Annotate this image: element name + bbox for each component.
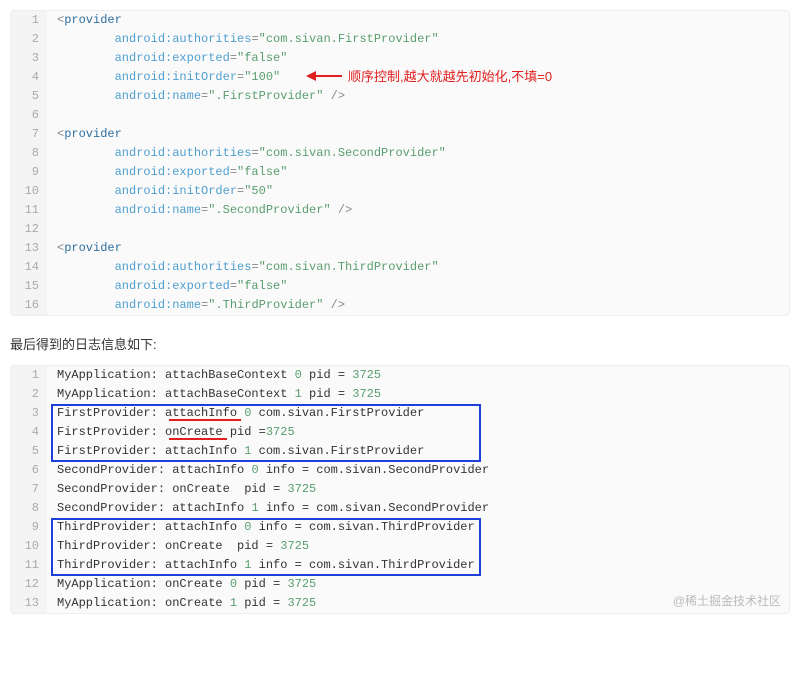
code-content xyxy=(47,220,789,239)
code-content: android:name=".ThirdProvider" /> xyxy=(47,296,789,315)
line-number: 5 xyxy=(11,87,47,106)
code-content: SecondProvider: attachInfo 0 info = com.… xyxy=(47,461,789,480)
line-number: 10 xyxy=(11,537,47,556)
code-line: 16 android:name=".ThirdProvider" /> xyxy=(11,296,789,315)
code-content: <provider xyxy=(47,11,789,30)
code-line: 10ThirdProvider: onCreate pid = 3725 xyxy=(11,537,789,556)
code-line: 1MyApplication: attachBaseContext 0 pid … xyxy=(11,366,789,385)
code-content: android:name=".SecondProvider" /> xyxy=(47,201,789,220)
code-line: 6SecondProvider: attachInfo 0 info = com… xyxy=(11,461,789,480)
code-content: android:authorities="com.sivan.ThirdProv… xyxy=(47,258,789,277)
code-line: 9ThirdProvider: attachInfo 0 info = com.… xyxy=(11,518,789,537)
code-content: android:exported="false" xyxy=(47,163,789,182)
line-number: 2 xyxy=(11,385,47,404)
code-line: 6 xyxy=(11,106,789,125)
code-line: 7<provider xyxy=(11,125,789,144)
line-number: 12 xyxy=(11,575,47,594)
line-number: 11 xyxy=(11,556,47,575)
line-number: 12 xyxy=(11,220,47,239)
code-content: android:initOrder="50" xyxy=(47,182,789,201)
code-content: FirstProvider: onCreate pid =3725 xyxy=(47,423,789,442)
line-number: 11 xyxy=(11,201,47,220)
line-number: 6 xyxy=(11,461,47,480)
code-content: SecondProvider: attachInfo 1 info = com.… xyxy=(47,499,789,518)
line-number: 6 xyxy=(11,106,47,125)
code-line: 14 android:authorities="com.sivan.ThirdP… xyxy=(11,258,789,277)
code-line: 8 android:authorities="com.sivan.SecondP… xyxy=(11,144,789,163)
line-number: 3 xyxy=(11,49,47,68)
line-number: 15 xyxy=(11,277,47,296)
code-line: 15 android:exported="false" xyxy=(11,277,789,296)
code-line: 3 android:exported="false" xyxy=(11,49,789,68)
code-line: 11 android:name=".SecondProvider" /> xyxy=(11,201,789,220)
line-number: 8 xyxy=(11,499,47,518)
code-content xyxy=(47,106,789,125)
watermark: @稀土掘金技术社区 xyxy=(673,592,781,609)
line-number: 10 xyxy=(11,182,47,201)
line-number: 14 xyxy=(11,258,47,277)
line-number: 1 xyxy=(11,366,47,385)
code-line: 5FirstProvider: attachInfo 1 com.sivan.F… xyxy=(11,442,789,461)
code-content: MyApplication: attachBaseContext 0 pid =… xyxy=(47,366,789,385)
code-content: ThirdProvider: attachInfo 1 info = com.s… xyxy=(47,556,789,575)
line-number: 7 xyxy=(11,480,47,499)
code-content: ThirdProvider: attachInfo 0 info = com.s… xyxy=(47,518,789,537)
code-line: 11ThirdProvider: attachInfo 1 info = com… xyxy=(11,556,789,575)
line-number: 7 xyxy=(11,125,47,144)
code-content: android:exported="false" xyxy=(47,49,789,68)
code-line: 8SecondProvider: attachInfo 1 info = com… xyxy=(11,499,789,518)
code-content: <provider xyxy=(47,125,789,144)
code-content: MyApplication: attachBaseContext 1 pid =… xyxy=(47,385,789,404)
log-code-block: 1MyApplication: attachBaseContext 0 pid … xyxy=(10,365,790,614)
code-content: android:exported="false" xyxy=(47,277,789,296)
code-content: FirstProvider: attachInfo 1 com.sivan.Fi… xyxy=(47,442,789,461)
line-number: 3 xyxy=(11,404,47,423)
line-number: 16 xyxy=(11,296,47,315)
code-line: 9 android:exported="false" xyxy=(11,163,789,182)
code-content: FirstProvider: attachInfo 0 com.sivan.Fi… xyxy=(47,404,789,423)
code-content: android:authorities="com.sivan.SecondPro… xyxy=(47,144,789,163)
line-number: 2 xyxy=(11,30,47,49)
code-content: android:initOrder="100" xyxy=(47,68,789,87)
code-line: 2MyApplication: attachBaseContext 1 pid … xyxy=(11,385,789,404)
line-number: 13 xyxy=(11,239,47,258)
line-number: 4 xyxy=(11,423,47,442)
code-line: 4FirstProvider: onCreate pid =3725 xyxy=(11,423,789,442)
code-content: android:authorities="com.sivan.FirstProv… xyxy=(47,30,789,49)
code-content: <provider xyxy=(47,239,789,258)
code-line: 4 android:initOrder="100" xyxy=(11,68,789,87)
line-number: 9 xyxy=(11,518,47,537)
code-content: android:name=".FirstProvider" /> xyxy=(47,87,789,106)
code-line: 2 android:authorities="com.sivan.FirstPr… xyxy=(11,30,789,49)
code-line: 5 android:name=".FirstProvider" /> xyxy=(11,87,789,106)
code-line: 3FirstProvider: attachInfo 0 com.sivan.F… xyxy=(11,404,789,423)
line-number: 1 xyxy=(11,11,47,30)
code-line: 12 xyxy=(11,220,789,239)
line-number: 5 xyxy=(11,442,47,461)
line-number: 9 xyxy=(11,163,47,182)
xml-code-block: 1<provider2 android:authorities="com.siv… xyxy=(10,10,790,316)
line-number: 13 xyxy=(11,594,47,613)
code-content: ThirdProvider: onCreate pid = 3725 xyxy=(47,537,789,556)
code-content: SecondProvider: onCreate pid = 3725 xyxy=(47,480,789,499)
code-line: 10 android:initOrder="50" xyxy=(11,182,789,201)
code-line: 7SecondProvider: onCreate pid = 3725 xyxy=(11,480,789,499)
line-number: 4 xyxy=(11,68,47,87)
code-line: 1<provider xyxy=(11,11,789,30)
line-number: 8 xyxy=(11,144,47,163)
code-line: 13<provider xyxy=(11,239,789,258)
description-text: 最后得到的日志信息如下: xyxy=(10,334,790,353)
